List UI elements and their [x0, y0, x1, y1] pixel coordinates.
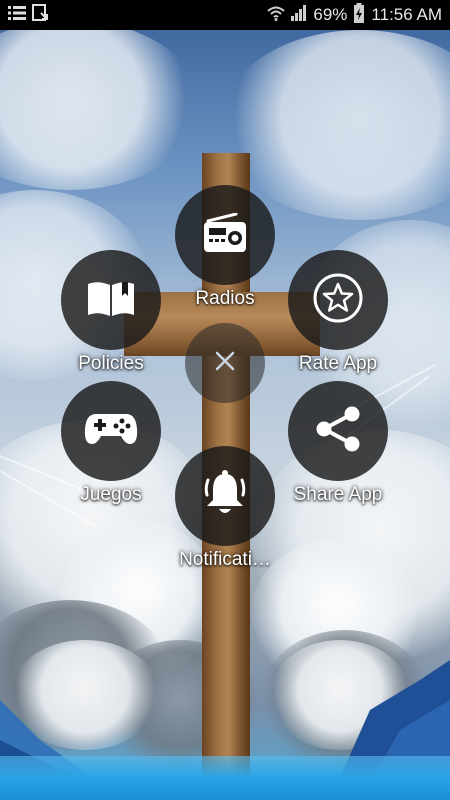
download-notification-icon	[32, 3, 48, 27]
notifications-button[interactable]	[175, 446, 275, 546]
share-icon	[312, 403, 364, 460]
policies-button[interactable]	[61, 250, 161, 350]
status-bar: 69% 11:56 AM	[0, 0, 450, 30]
status-time: 11:56 AM	[371, 5, 442, 24]
radio-icon	[202, 212, 248, 258]
close-icon	[214, 350, 236, 377]
notifications-label: Notificati…	[179, 549, 271, 570]
rate-app-label: Rate App	[298, 353, 378, 374]
star-icon	[312, 272, 364, 329]
wifi-icon	[267, 5, 286, 26]
close-menu-button[interactable]	[185, 323, 265, 403]
policies-label: Policies	[78, 353, 144, 374]
water	[0, 756, 450, 800]
book-icon	[86, 278, 136, 323]
battery-percentage: 69%	[313, 5, 348, 24]
gamepad-icon	[84, 411, 138, 452]
radios-button[interactable]	[175, 185, 275, 285]
juegos-label: Juegos	[80, 484, 142, 505]
battery-charging-icon	[353, 2, 365, 28]
radios-label: Radios	[195, 288, 255, 309]
rate-app-button[interactable]	[288, 250, 388, 350]
list-notification-icon	[8, 5, 26, 26]
signal-icon	[291, 4, 307, 26]
share-app-label: Share App	[293, 484, 383, 505]
share-app-button[interactable]	[288, 381, 388, 481]
bell-icon	[203, 469, 247, 523]
juegos-button[interactable]	[61, 381, 161, 481]
